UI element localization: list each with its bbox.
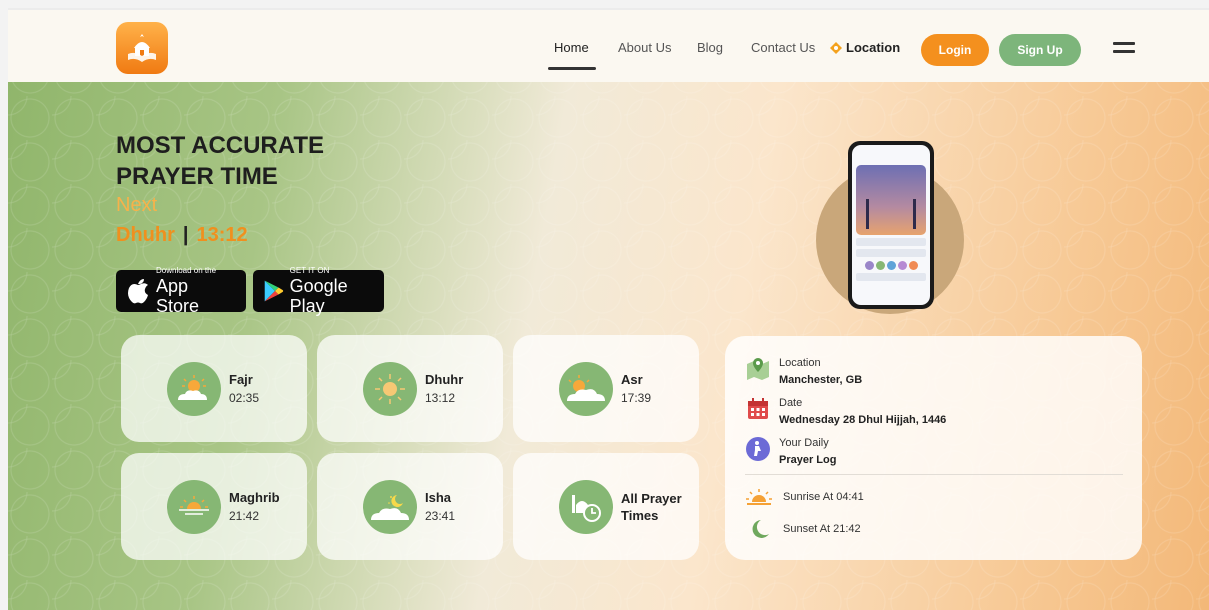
next-prayer-row: Dhuhr | 13:12 — [116, 224, 248, 247]
date-value: Wednesday 28 Dhul Hijjah, 1446 — [779, 414, 947, 426]
location-label: Location — [779, 357, 821, 369]
header: Home About Us Blog Contact Us Location L… — [8, 8, 1209, 82]
next-prayer-name: Dhuhr — [116, 224, 175, 246]
google-play-button[interactable]: GET IT ON Google Play — [253, 266, 384, 316]
google-play-big: Google Play — [289, 276, 348, 316]
sunset-text: Sunset At 21:42 — [783, 523, 861, 535]
prayer-time: 17:39 — [621, 391, 652, 405]
google-play-icon — [264, 280, 284, 302]
sunrise-text: Sunrise At 04:41 — [783, 491, 864, 503]
sunrise-icon — [746, 489, 772, 505]
prayer-time: 21:42 — [229, 509, 260, 523]
all-prayer-times-card[interactable]: All Prayer Times — [513, 453, 699, 560]
date-label: Date — [779, 397, 803, 409]
location-diamond-icon — [830, 41, 842, 54]
sun-cloud-icon — [559, 361, 613, 416]
prayer-card-asr[interactable]: Asr 17:39 — [513, 335, 699, 442]
prayer-card-isha[interactable]: Isha 23:41 — [317, 453, 503, 560]
info-panel: Location Manchester, GB Date Wednesday 2… — [725, 336, 1142, 560]
info-location: Location Manchester, GB — [745, 356, 862, 388]
info-divider — [745, 474, 1123, 475]
next-separator: | — [182, 224, 189, 246]
page: Home About Us Blog Contact Us Location L… — [8, 8, 1209, 610]
prayer-card-fajr[interactable]: Fajr 02:35 — [121, 335, 307, 442]
moon-icon — [752, 520, 769, 538]
prayer-name: Maghrib — [229, 490, 280, 505]
info-sunrise: Sunrise At 04:41 — [745, 488, 864, 506]
prayer-card-dhuhr[interactable]: Dhuhr 13:12 — [317, 335, 503, 442]
sun-icon — [363, 361, 417, 416]
phone-screen-header — [852, 145, 930, 163]
app-store-big: App Store — [155, 276, 200, 316]
prayer-name: Asr — [621, 372, 643, 387]
all-prayer-line2: Times — [621, 507, 659, 523]
prayer-time: 23:41 — [425, 509, 456, 523]
nav-home[interactable]: Home — [554, 40, 589, 55]
location-value: Manchester, GB — [779, 374, 863, 386]
prayer-card-maghrib[interactable]: Maghrib 21:42 — [121, 453, 307, 560]
signup-button[interactable]: Sign Up — [999, 34, 1081, 66]
info-date: Date Wednesday 28 Dhul Hijjah, 1446 — [745, 396, 946, 428]
prayer-log-icon — [746, 437, 770, 461]
map-pin-icon — [747, 358, 769, 380]
apple-icon — [127, 279, 148, 304]
all-prayer-line1: All Prayer — [621, 490, 682, 506]
info-sunset: Sunset At 21:42 — [745, 518, 861, 540]
nav-location[interactable]: Location — [830, 40, 900, 55]
phone-screen-card — [856, 165, 926, 235]
prayer-time: 02:35 — [229, 391, 260, 405]
login-button[interactable]: Login — [921, 34, 989, 66]
prayer-name: Fajr — [229, 372, 253, 387]
prayer-name: Dhuhr — [425, 372, 464, 387]
menu-icon[interactable] — [1113, 42, 1135, 56]
calendar-icon — [748, 398, 768, 419]
app-store-button[interactable]: Download on the App Store — [116, 266, 246, 316]
sun-cloud-icon — [167, 361, 221, 416]
phone-mockup — [848, 141, 934, 309]
next-label: Next — [116, 194, 158, 216]
moon-cloud-icon — [363, 479, 417, 534]
prayer-log-label: Your Daily — [779, 437, 829, 449]
mosque-book-icon — [128, 34, 156, 62]
mosque-clock-icon — [559, 479, 613, 534]
hero-title: MOST ACCURATE PRAYER TIME — [116, 130, 446, 192]
google-play-small: GET IT ON — [289, 266, 330, 275]
hero-title-line2: PRAYER TIME — [116, 163, 278, 190]
phone-screen-icons — [852, 261, 930, 270]
phone-screen — [852, 145, 930, 305]
app-store-small: Download on the — [155, 266, 217, 275]
nav-location-label: Location — [846, 40, 901, 55]
app-logo[interactable] — [116, 22, 168, 74]
next-prayer-time: 13:12 — [196, 224, 248, 246]
nav-blog[interactable]: Blog — [697, 40, 723, 55]
prayer-time: 13:12 — [425, 391, 456, 405]
prayer-name: Isha — [425, 490, 452, 505]
info-prayer-log[interactable]: Your Daily Prayer Log — [745, 436, 836, 468]
hero-title-line1: MOST ACCURATE — [116, 132, 324, 159]
nav-active-indicator — [548, 67, 596, 70]
prayer-log-value: Prayer Log — [779, 454, 837, 466]
sunset-icon — [167, 479, 221, 534]
nav-contact-us[interactable]: Contact Us — [751, 40, 815, 55]
nav-about-us[interactable]: About Us — [618, 40, 671, 55]
